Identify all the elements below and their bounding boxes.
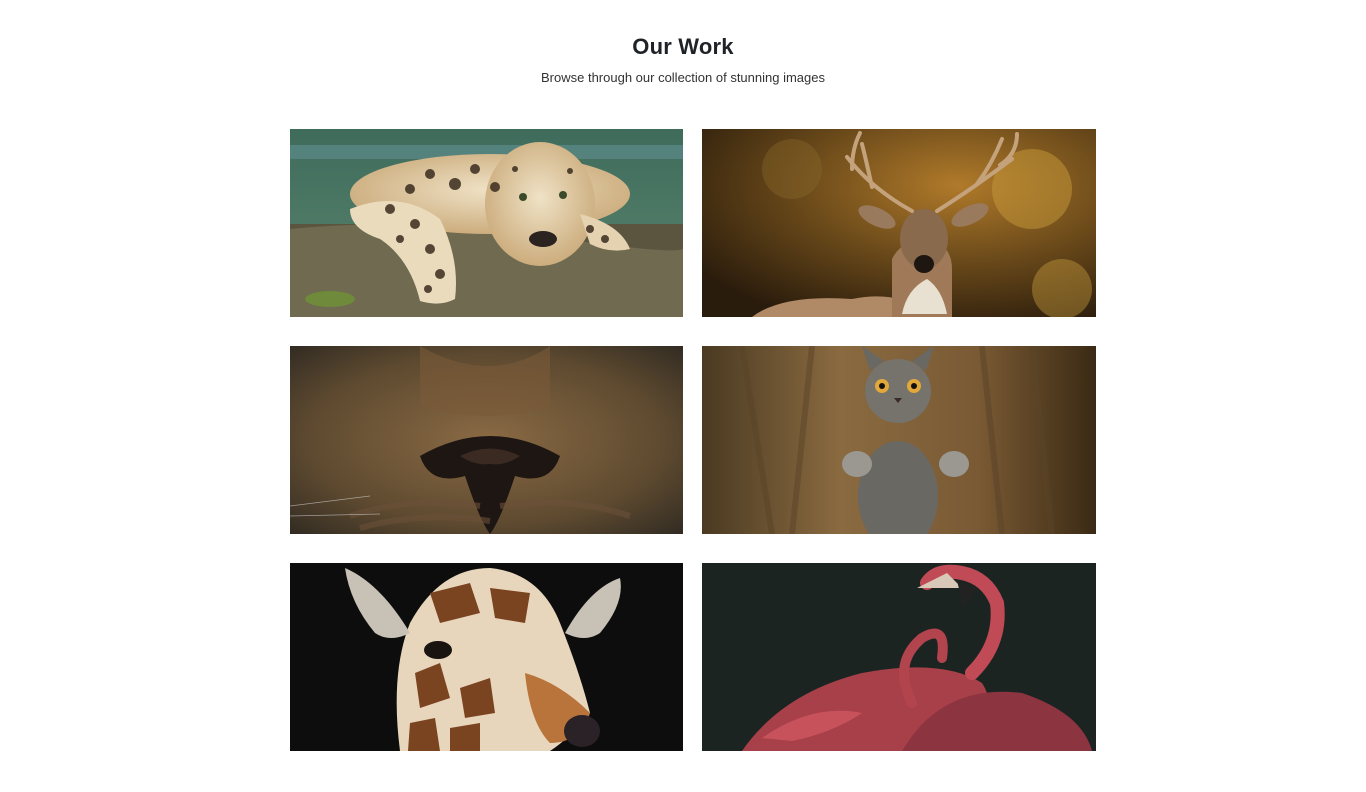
giraffe-image [290, 563, 683, 751]
gallery-image-leopard[interactable] [290, 129, 683, 317]
kitten-image [702, 346, 1096, 534]
image-gallery [290, 129, 1096, 751]
gallery-image-kitten[interactable] [702, 346, 1096, 534]
gallery-image-deer[interactable] [702, 129, 1096, 317]
gallery-image-giraffe[interactable] [290, 563, 683, 751]
page-subtitle: Browse through our collection of stunnin… [541, 70, 825, 85]
gallery-image-flamingo[interactable] [702, 563, 1096, 751]
deer-image [702, 129, 1096, 317]
flamingo-image [702, 563, 1096, 751]
page-title: Our Work [632, 34, 734, 59]
lion-image [290, 346, 683, 534]
gallery-image-lion[interactable] [290, 346, 683, 534]
leopard-image [290, 129, 683, 317]
